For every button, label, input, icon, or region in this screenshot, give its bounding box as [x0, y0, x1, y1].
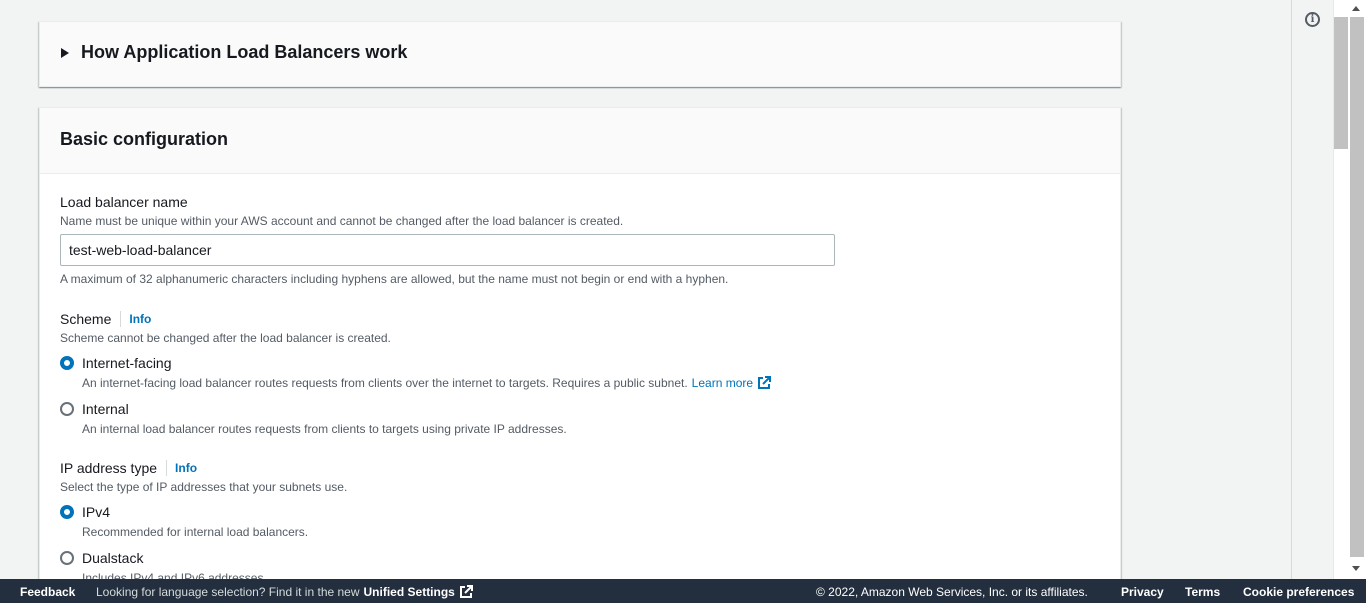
radio-label: Internet-facing: [82, 355, 172, 371]
scrollbar[interactable]: [1332, 0, 1366, 579]
radio-dualstack[interactable]: Dualstack Includes IPv4 and IPv6 address…: [60, 549, 1100, 579]
radio-internal[interactable]: Internal An internal load balancer route…: [60, 400, 1100, 437]
main-content: How Application Load Balancers work Basi…: [0, 0, 1291, 579]
divider: [120, 311, 122, 327]
radio-internet-facing[interactable]: Internet-facing An internet-facing load …: [60, 354, 1100, 391]
ip-type-description: Select the type of IP addresses that you…: [60, 480, 348, 494]
lb-name-field: Load balancer name Name must be unique w…: [60, 193, 1100, 287]
expander-title: How Application Load Balancers work: [81, 42, 408, 62]
how-alb-works-expander: How Application Load Balancers work: [39, 21, 1121, 87]
footer: Feedback Looking for language selection?…: [0, 579, 1366, 603]
radio-description: Includes IPv4 and IPv6 addresses.: [82, 571, 267, 579]
panel-title: Basic configuration: [60, 129, 229, 149]
radio-description: An internal load balancer routes request…: [82, 422, 567, 436]
unified-settings-link[interactable]: Unified Settings: [364, 585, 455, 599]
scheme-label: Scheme: [60, 311, 112, 327]
lb-name-constraint: A maximum of 32 alphanumeric characters …: [60, 272, 729, 286]
lb-name-input[interactable]: [60, 234, 835, 266]
learn-more-link[interactable]: Learn more: [692, 375, 753, 391]
scroll-down-icon[interactable]: [1352, 566, 1360, 571]
radio-ipv4[interactable]: IPv4 Recommended for internal load balan…: [60, 503, 1100, 540]
external-link-icon[interactable]: [757, 376, 772, 390]
lb-name-label: Load balancer name: [60, 194, 188, 210]
ip-address-type-field: IP address type Info Select the type of …: [60, 459, 1100, 579]
radio-description: Recommended for internal load balancers.: [82, 525, 309, 539]
radio-button-selected[interactable]: [60, 505, 74, 519]
radio-button-unselected[interactable]: [60, 402, 74, 416]
ip-type-info-link[interactable]: Info: [175, 461, 197, 475]
scheme-field: Scheme Info Scheme cannot be changed aft…: [60, 310, 1100, 437]
feedback-link[interactable]: Feedback: [20, 585, 75, 599]
external-link-icon[interactable]: [459, 585, 473, 599]
panel-body: Load balancer name Name must be unique w…: [40, 174, 1120, 579]
radio-label: Dualstack: [82, 550, 144, 566]
scheme-description: Scheme cannot be changed after the load …: [60, 331, 391, 345]
scroll-up-icon[interactable]: [1352, 6, 1360, 11]
expander-toggle[interactable]: How Application Load Balancers work: [61, 42, 407, 63]
language-notice: Looking for language selection? Find it …: [96, 585, 473, 599]
radio-button-unselected[interactable]: [60, 551, 74, 565]
divider: [166, 460, 168, 476]
caret-right-icon: [61, 47, 69, 58]
ip-type-label: IP address type: [60, 460, 158, 476]
lb-name-description: Name must be unique within your AWS acco…: [60, 214, 624, 228]
radio-button-selected[interactable]: [60, 356, 74, 370]
radio-description-text: An internet-facing load balancer routes …: [82, 376, 688, 390]
info-icon[interactable]: i: [1305, 12, 1320, 27]
language-notice-text: Looking for language selection? Find it …: [96, 585, 360, 599]
scroll-thumb[interactable]: [1350, 17, 1364, 557]
radio-label: Internal: [82, 401, 129, 417]
cookie-preferences-link[interactable]: Cookie preferences: [1243, 585, 1354, 599]
radio-description: An internet-facing load balancer routes …: [82, 375, 772, 391]
radio-label: IPv4: [82, 504, 111, 520]
terms-link[interactable]: Terms: [1185, 585, 1220, 599]
scroll-thumb[interactable]: [1334, 17, 1348, 149]
copyright-text: © 2022, Amazon Web Services, Inc. or its…: [816, 585, 1088, 599]
scheme-info-link[interactable]: Info: [129, 312, 151, 326]
basic-configuration-panel: Basic configuration Load balancer name N…: [39, 107, 1121, 579]
panel-header: Basic configuration: [40, 108, 1120, 174]
right-utility-rail: i: [1291, 0, 1332, 579]
privacy-link[interactable]: Privacy: [1121, 585, 1164, 599]
